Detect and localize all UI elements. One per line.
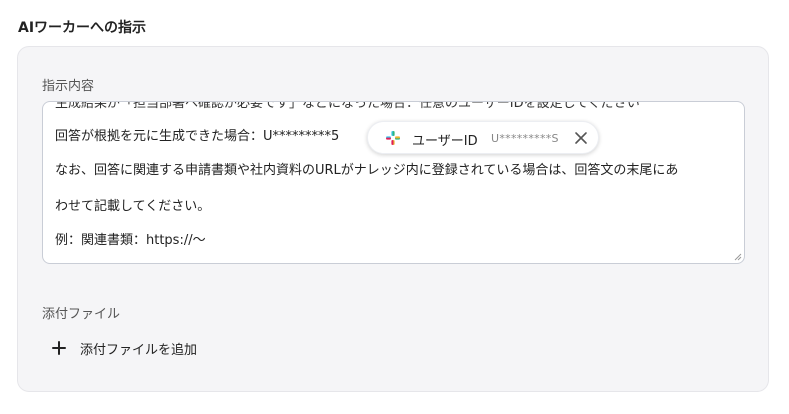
instruction-line: 例：関連書類：https://～	[55, 233, 206, 248]
section-title: AIワーカーへの指示	[18, 20, 147, 36]
instruction-line: なお、回答に関連する申請書類や社内資料のURLがナレッジ内に登録されている場合は…	[55, 163, 679, 178]
instruction-line: 生成結果が「担当部署へ確認が必要です」などになった場合：任意のユーザーIDを設定…	[55, 101, 640, 111]
instruction-line: わせて記載してください。	[55, 199, 211, 214]
user-id-chip[interactable]: ユーザーID U*********S	[367, 121, 599, 154]
chip-label: ユーザーID	[412, 134, 478, 149]
plus-icon	[52, 341, 66, 355]
add-attachment-button[interactable]: 添付ファイルを追加	[52, 338, 197, 358]
instruction-line: 回答が根拠を元に生成できた場合：U*********5	[55, 129, 340, 144]
instructions-label: 指示内容	[42, 79, 95, 94]
slack-icon	[386, 131, 400, 145]
add-attachment-label: 添付ファイルを追加	[80, 342, 198, 358]
chip-value: U*********S	[491, 132, 559, 145]
instructions-textarea[interactable]: 生成結果が「担当部署へ確認が必要です」などになった場合：任意のユーザーIDを設定…	[42, 101, 745, 264]
resize-handle-icon[interactable]	[734, 253, 742, 261]
instruction-card: 指示内容 生成結果が「担当部署へ確認が必要です」などになった場合：任意のユーザー…	[17, 46, 769, 392]
close-icon[interactable]	[574, 131, 588, 145]
attachments-label: 添付ファイル	[42, 307, 121, 322]
